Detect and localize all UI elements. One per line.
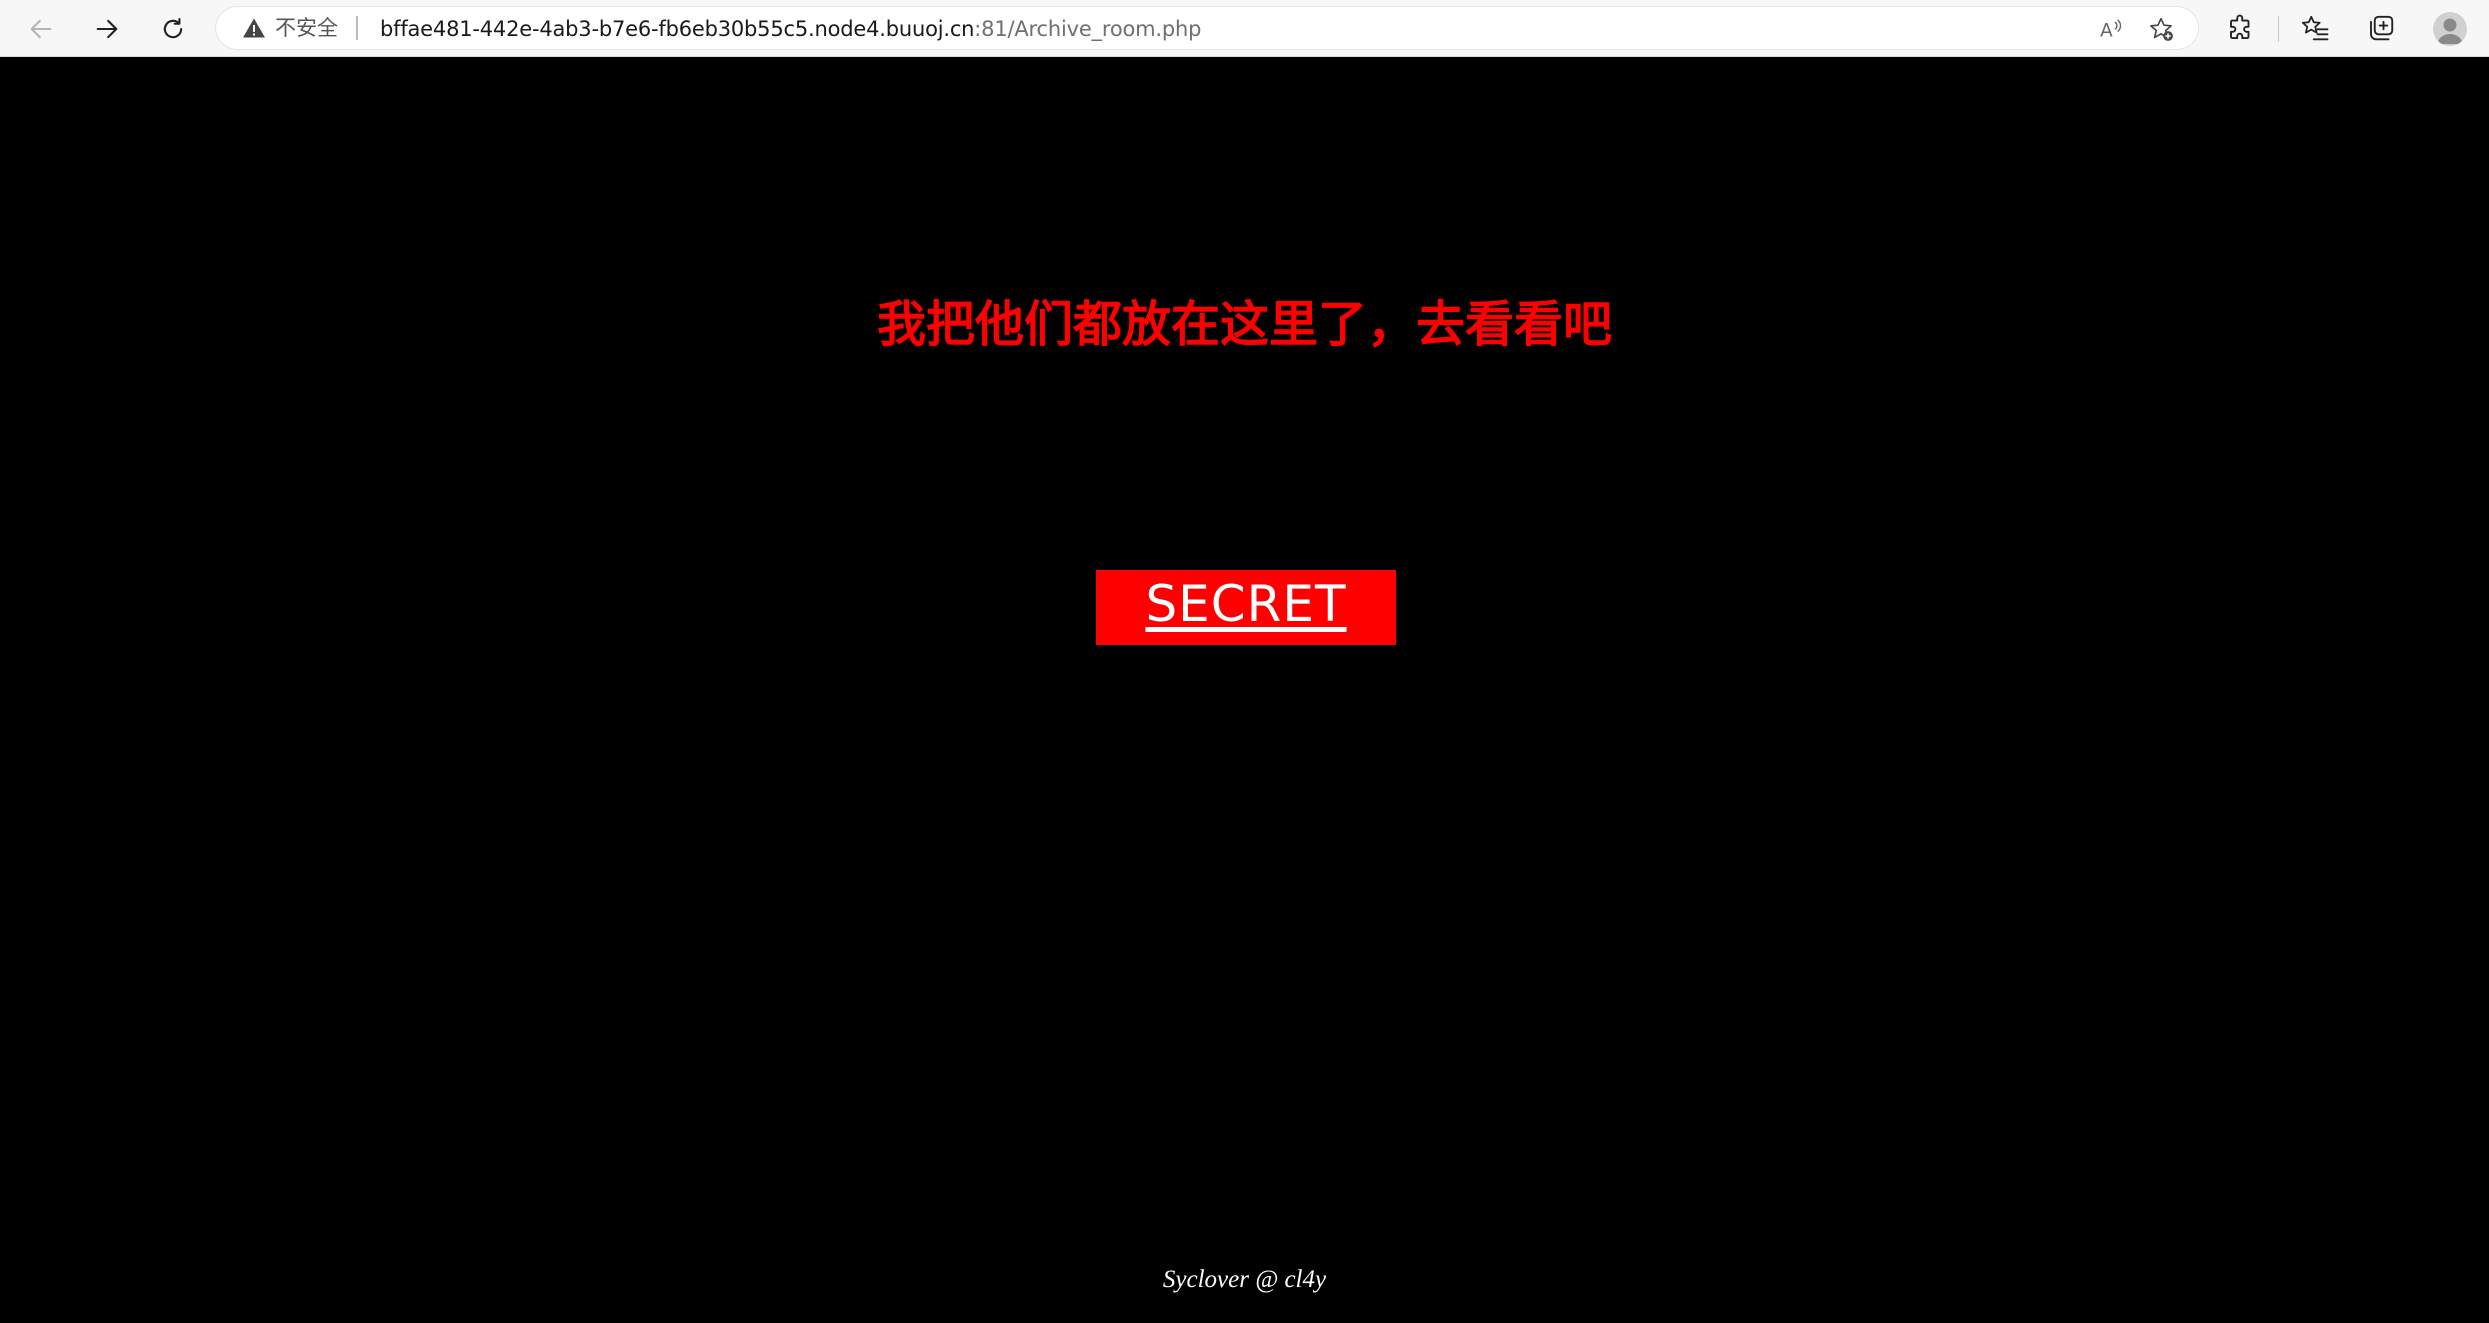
address-bar[interactable]: 不安全 bffae481-442e-4ab3-b7e6-fb6eb30b55c5… — [216, 7, 2198, 49]
favorites-icon[interactable] — [2300, 13, 2330, 43]
add-favorite-icon[interactable] — [2148, 16, 2174, 42]
back-arrow-icon — [30, 19, 52, 39]
profile-silhouette-icon — [2437, 18, 2463, 44]
url-separator — [356, 16, 358, 40]
extensions-icon[interactable] — [2226, 13, 2256, 43]
page-heading: 我把他们都放在这里了，去看看吧 — [876, 296, 1612, 353]
url-path: :81/Archive_room.php — [974, 17, 1202, 41]
url-host: bffae481-442e-4ab3-b7e6-fb6eb30b55c5.nod… — [380, 17, 975, 41]
footer-credit: Syclover @ cl4y — [1162, 1266, 1327, 1293]
secret-link-label: SECRET — [1145, 574, 1347, 633]
profile-avatar-icon[interactable] — [2433, 12, 2467, 46]
security-status-label[interactable]: 不安全 — [275, 15, 338, 41]
forward-button[interactable] — [85, 7, 129, 51]
refresh-icon — [163, 18, 183, 39]
refresh-button[interactable] — [151, 7, 195, 51]
collections-icon[interactable] — [2366, 13, 2396, 43]
toolbar-separator — [2278, 16, 2279, 42]
url-text[interactable]: bffae481-442e-4ab3-b7e6-fb6eb30b55c5.nod… — [380, 16, 1201, 42]
browser-toolbar: 不安全 bffae481-442e-4ab3-b7e6-fb6eb30b55c5… — [0, 0, 2489, 57]
warning-icon[interactable] — [242, 16, 266, 40]
back-button[interactable] — [19, 7, 63, 51]
svg-text:A: A — [2100, 21, 2113, 42]
secret-link-button[interactable]: SECRET — [1096, 570, 1396, 645]
read-aloud-icon[interactable]: A — [2098, 16, 2124, 42]
forward-arrow-icon — [96, 19, 118, 39]
